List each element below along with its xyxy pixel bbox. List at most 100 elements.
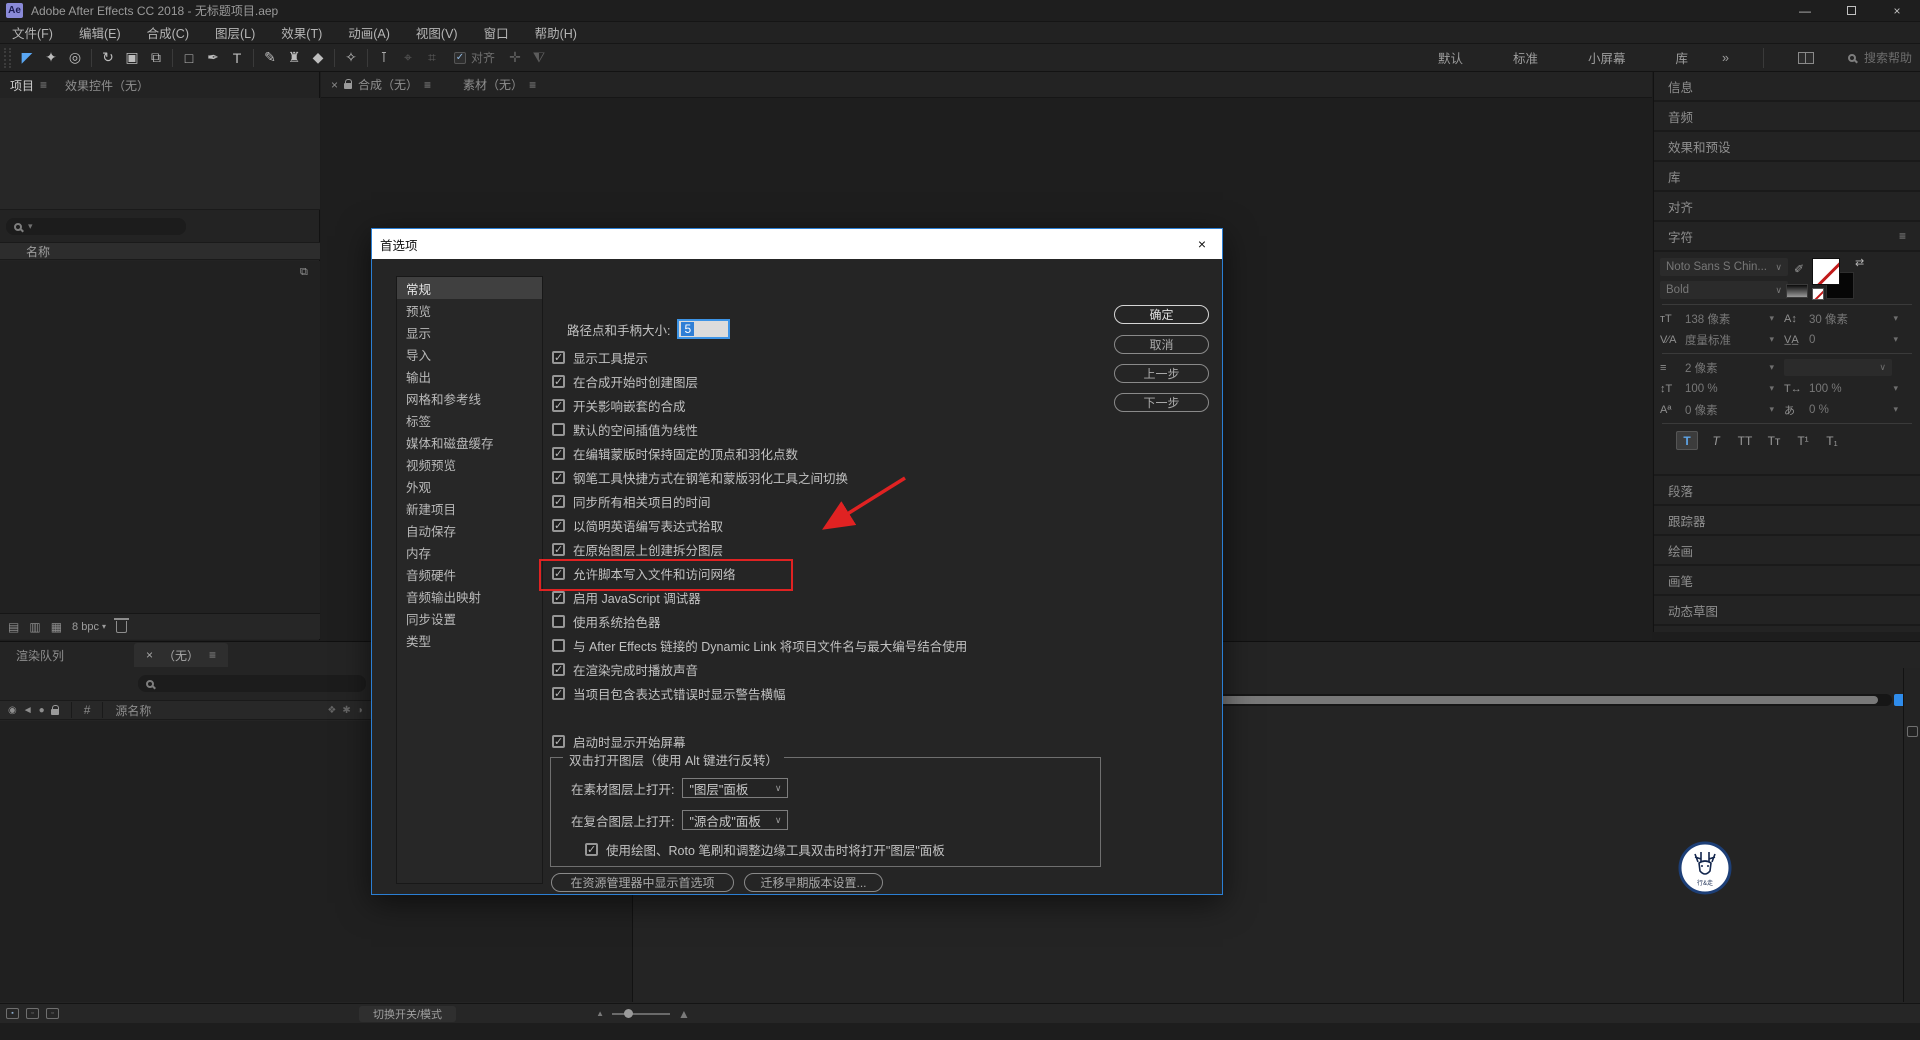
prefs-category-11[interactable]: 自动保存 [397, 519, 542, 541]
panel-header-top-3[interactable]: 库 [1654, 162, 1920, 192]
clone-stamp-tool-icon[interactable]: ♜ [282, 47, 306, 69]
pref-checkbox-row-8[interactable]: 在原始图层上创建拆分图层 [552, 537, 967, 561]
panel-header-top-4[interactable]: 对齐 [1654, 192, 1920, 222]
tab-footage[interactable]: 素材（无） ≡ [463, 76, 536, 93]
swap-fill-stroke-icon[interactable]: ⇄ [1855, 256, 1864, 269]
trash-icon[interactable] [116, 621, 127, 633]
pref-checkbox-row-4[interactable]: 在编辑蒙版时保持固定的顶点和羽化点数 [552, 441, 967, 465]
prefs-category-7[interactable]: 媒体和磁盘缓存 [397, 431, 542, 453]
panel-header-top-2[interactable]: 效果和预设 [1654, 132, 1920, 162]
faux-style-2[interactable]: TT [1734, 431, 1756, 450]
video-visibility-icon[interactable]: ◉ [8, 705, 17, 716]
prefs-category-6[interactable]: 标签 [397, 409, 542, 431]
comp-marker-icon[interactable] [1907, 726, 1918, 737]
font-style-select[interactable]: Bold∨ [1660, 281, 1788, 299]
prefs-category-12[interactable]: 内存 [397, 541, 542, 563]
tracking-field[interactable]: V̲A̲0▾ [1784, 334, 1908, 346]
expand-transfer-controls-icon[interactable]: ▫ [26, 1008, 39, 1019]
font-family-select[interactable]: Noto Sans S Chin...∨ [1660, 258, 1788, 276]
selection-tool-icon[interactable]: ◤ [15, 47, 39, 69]
pref-checkbox-row-3[interactable]: 默认的空间插值为线性 [552, 417, 967, 441]
shape-tool-icon[interactable]: □ [177, 47, 201, 69]
quality-icon[interactable]: ◑ [357, 705, 363, 716]
horizontal-scale-field[interactable]: T↔100 %▾ [1784, 383, 1908, 395]
panel-header-bottom-1[interactable]: 跟踪器 [1654, 506, 1920, 536]
search-help[interactable]: 搜索帮助 [1848, 49, 1912, 66]
puppet-pin-tool-icon[interactable]: ⊺ [372, 47, 396, 69]
axis-mode-local-icon[interactable]: ⌖ [396, 47, 420, 69]
faux-style-0[interactable]: T [1676, 431, 1698, 450]
panel-header-character[interactable]: 字符 ≡ [1654, 222, 1920, 252]
gradient-swatch[interactable] [1786, 284, 1808, 298]
eraser-tool-icon[interactable]: ◆ [306, 47, 330, 69]
prefs-category-5[interactable]: 网格和参考线 [397, 387, 542, 409]
tsume-field[interactable]: あ0 %▾ [1784, 402, 1908, 418]
prefs-category-0[interactable]: 常规 [397, 277, 542, 299]
expand-layer-switches-icon[interactable]: ▪ [6, 1008, 19, 1019]
prefs-category-2[interactable]: 显示 [397, 321, 542, 343]
panel-menu-icon[interactable]: ≡ [209, 648, 216, 662]
eyedropper-icon[interactable]: ✐ [1794, 262, 1808, 276]
mask-feather-tool-icon[interactable]: ✛ [503, 47, 527, 69]
menu-item-2[interactable]: 合成(C) [147, 23, 189, 42]
close-tab-icon[interactable]: × [146, 648, 153, 662]
footage-icon[interactable]: ▦ [51, 620, 62, 634]
prefs-category-15[interactable]: 同步设置 [397, 607, 542, 629]
prefs-category-8[interactable]: 视频预览 [397, 453, 542, 475]
prefs-category-3[interactable]: 导入 [397, 343, 542, 365]
font-size-field[interactable]: ᴛT138 像素▾ [1660, 311, 1784, 327]
pref-checkbox-row-13[interactable]: 在渲染完成时播放声音 [552, 657, 967, 681]
path-size-input[interactable]: 5 [677, 319, 730, 339]
prefs-category-16[interactable]: 类型 [397, 629, 542, 651]
tab-project[interactable]: 项目 ≡ [10, 77, 47, 94]
show-prefs-in-explorer-button[interactable]: 在资源管理器中显示首选项 [551, 873, 734, 892]
folder-icon[interactable]: ▥ [29, 620, 40, 634]
pref-checkbox-row-11[interactable]: 使用系统拾色器 [552, 609, 967, 633]
pen-tool-icon[interactable]: ✒ [201, 47, 225, 69]
kerning-field[interactable]: V⁄A度量标准▾ [1660, 332, 1784, 348]
workspace-0[interactable]: 默认 [1438, 48, 1463, 67]
panel-header-bottom-0[interactable]: 段落 [1654, 476, 1920, 506]
source-name-column-header[interactable]: 源名称 [107, 702, 159, 719]
faux-style-1[interactable]: T [1705, 431, 1727, 450]
menu-item-4[interactable]: 效果(T) [281, 23, 322, 42]
hand-tool-icon[interactable]: ✦ [39, 47, 63, 69]
type-tool-icon[interactable]: T [225, 47, 249, 69]
pref-checkbox-row-14[interactable]: 当项目包含表达式错误时显示警告横幅 [552, 681, 967, 705]
cancel-button[interactable]: 取消 [1114, 335, 1209, 354]
panel-header-top-0[interactable]: 信息 [1654, 72, 1920, 102]
roto-brush-tool-icon[interactable]: ✧ [339, 47, 363, 69]
zoom-tool-icon[interactable]: ◎ [63, 47, 87, 69]
zoom-knob[interactable] [624, 1009, 633, 1018]
prefs-category-9[interactable]: 外观 [397, 475, 542, 497]
lock-icon[interactable] [51, 709, 59, 715]
panel-menu-icon[interactable]: ≡ [40, 78, 47, 92]
next-button[interactable]: 下一步 [1114, 393, 1209, 412]
menu-item-3[interactable]: 图层(L) [215, 23, 255, 42]
timeline-zoom-slider[interactable]: ▲ ▲ [596, 1007, 690, 1021]
project-name-column-header[interactable]: 名称 [0, 242, 320, 260]
maximize-button[interactable] [1828, 0, 1874, 21]
prefs-category-1[interactable]: 预览 [397, 299, 542, 321]
fill-color-swatch[interactable] [1812, 258, 1840, 285]
menu-item-5[interactable]: 动画(A) [348, 23, 390, 42]
panel-header-bottom-4[interactable]: 动态草图 [1654, 596, 1920, 626]
panel-grid-icon[interactable]: ▤ [8, 620, 19, 634]
workspace-overflow[interactable]: » [1722, 51, 1729, 65]
index-column-header[interactable]: # [76, 703, 99, 717]
axis-mode-world-icon[interactable]: ⌗ [420, 47, 444, 69]
prefs-category-13[interactable]: 音频硬件 [397, 563, 542, 585]
panel-menu-icon[interactable]: ≡ [1899, 229, 1906, 243]
snap-toggle[interactable]: ✓ 对齐 [454, 49, 495, 66]
brush-tool-icon[interactable]: ✎ [258, 47, 282, 69]
tab-timeline-none[interactable]: × （无） ≡ [134, 643, 228, 667]
timeline-search-input[interactable] [138, 675, 366, 692]
pref-checkbox-row-10[interactable]: 启用 JavaScript 调试器 [552, 585, 967, 609]
workspace-2[interactable]: 小屏幕 [1588, 48, 1626, 67]
pref-checkbox-row-6[interactable]: 同步所有相关项目的时间 [552, 489, 967, 513]
pref-checkbox-row-2[interactable]: 开关影响嵌套的合成 [552, 393, 967, 417]
minimize-button[interactable]: — [1782, 0, 1828, 21]
toggle-switches-modes-button[interactable]: 切换开关/模式 [359, 1006, 456, 1022]
shy-icon[interactable]: ❖ [327, 705, 336, 716]
faux-style-3[interactable]: Tᴛ [1763, 431, 1785, 450]
